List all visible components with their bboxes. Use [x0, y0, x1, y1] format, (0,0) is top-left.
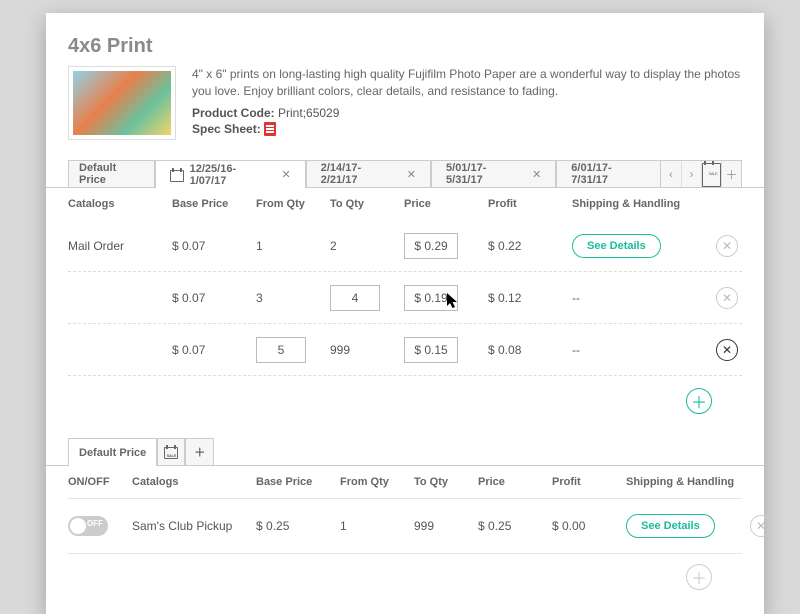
cell-shipping: --	[572, 343, 712, 357]
page-title: 4x6 Print	[68, 35, 742, 58]
cell-catalog: Sam's Club Pickup	[132, 519, 252, 533]
cell-profit: $ 0.22	[488, 239, 568, 253]
calendar-sale-icon: SALE	[164, 445, 178, 459]
product-code-label: Product Code:	[192, 106, 275, 120]
close-icon[interactable]: ✕	[407, 168, 416, 181]
product-description: 4" x 6" prints on long-lasting high qual…	[192, 66, 742, 100]
product-code-value: Print;65029	[278, 106, 339, 120]
cell-profit: $ 0.08	[488, 343, 568, 357]
delete-row-button[interactable]: ✕	[716, 287, 738, 309]
col-to-qty: To Qty	[414, 476, 474, 488]
cell-from: 1	[340, 519, 410, 533]
see-details-button[interactable]: See Details	[572, 234, 661, 258]
price-input[interactable]	[404, 285, 458, 311]
tab-date-2[interactable]: 5/01/17-5/31/17 ✕	[431, 160, 556, 188]
col-onoff: ON/OFF	[68, 476, 128, 488]
tab-default-price[interactable]: Default Price	[68, 160, 155, 188]
close-icon[interactable]: ✕	[532, 168, 541, 181]
tab-label: 2/14/17-2/21/17	[321, 162, 395, 186]
product-thumbnail	[68, 66, 176, 140]
cell-from: 1	[256, 239, 326, 253]
col-price: Price	[478, 476, 548, 488]
col-catalogs: Catalogs	[68, 198, 168, 210]
tab-add-button[interactable]: ＋	[721, 161, 741, 187]
tab-label: Default Price	[79, 162, 144, 186]
col-shipping: Shipping & Handling	[572, 198, 712, 210]
delete-row-button[interactable]: ✕	[716, 339, 738, 361]
tab-label: Default Price	[79, 447, 146, 459]
tab-add-sale-2[interactable]: SALE	[157, 438, 185, 466]
close-icon[interactable]: ✕	[282, 168, 291, 181]
cell-profit: $ 0.12	[488, 291, 568, 305]
see-details-button[interactable]: See Details	[626, 514, 715, 538]
tab-add-sale-button[interactable]: SALE	[701, 161, 721, 187]
price-row: Mail Order $ 0.07 1 2 $ 0.22 See Details…	[68, 220, 742, 272]
toggle-label: OFF	[87, 519, 103, 528]
col-to-qty: To Qty	[330, 198, 400, 210]
add-row-button[interactable]: ＋	[686, 564, 712, 590]
cell-base: $ 0.25	[256, 519, 336, 533]
price-row: $ 0.07 999 $ 0.08 -- ✕	[68, 324, 742, 376]
calendar-icon	[170, 168, 183, 182]
cell-shipping: --	[572, 291, 712, 305]
col-profit: Profit	[488, 198, 568, 210]
col-base-price: Base Price	[256, 476, 336, 488]
col-catalogs: Catalogs	[132, 476, 252, 488]
cell-to: 999	[414, 519, 474, 533]
add-row-button[interactable]: ＋	[686, 388, 712, 414]
cell-base: $ 0.07	[172, 239, 252, 253]
cell-to: 999	[330, 343, 400, 357]
tab-date-3[interactable]: 6/01/17-7/31/17	[556, 160, 660, 188]
cell-to: 2	[330, 239, 400, 253]
price-input[interactable]	[404, 337, 458, 363]
col-profit: Profit	[552, 476, 622, 488]
cell-from: 3	[256, 291, 326, 305]
price-row: $ 0.07 3 $ 0.12 -- ✕	[68, 272, 742, 324]
tab-label: 12/25/16-1/07/17	[190, 163, 270, 187]
cell-base: $ 0.07	[172, 343, 252, 357]
col-price: Price	[404, 198, 484, 210]
col-shipping: Shipping & Handling	[626, 476, 746, 488]
delete-row-button[interactable]: ✕	[716, 235, 738, 257]
cell-price: $ 0.25	[478, 519, 548, 533]
calendar-sale-icon: SALE	[702, 161, 721, 187]
tab-add-2[interactable]: ＋	[185, 438, 214, 466]
tab-default-price-2[interactable]: Default Price	[68, 438, 157, 466]
onoff-toggle[interactable]: OFF	[68, 516, 108, 536]
price-input[interactable]	[404, 233, 458, 259]
cell-base: $ 0.07	[172, 291, 252, 305]
to-qty-input[interactable]	[330, 285, 380, 311]
pdf-icon[interactable]	[264, 122, 276, 136]
tab-label: 6/01/17-7/31/17	[571, 162, 646, 186]
from-qty-input[interactable]	[256, 337, 306, 363]
spec-sheet-label: Spec Sheet:	[192, 122, 261, 136]
tab-date-1[interactable]: 2/14/17-2/21/17 ✕	[306, 160, 431, 188]
delete-row-button[interactable]: ✕	[750, 515, 772, 537]
tab-next-button[interactable]: ›	[681, 161, 701, 187]
tab-date-0[interactable]: 12/25/16-1/07/17 ✕	[155, 160, 306, 188]
cell-profit: $ 0.00	[552, 519, 622, 533]
cell-catalog: Mail Order	[68, 239, 168, 253]
col-from-qty: From Qty	[340, 476, 410, 488]
tab-prev-button[interactable]: ‹	[661, 161, 681, 187]
col-base-price: Base Price	[172, 198, 252, 210]
col-from-qty: From Qty	[256, 198, 326, 210]
price-row: OFF Sam's Club Pickup $ 0.25 1 999 $ 0.2…	[68, 498, 742, 554]
tab-label: 5/01/17-5/31/17	[446, 162, 520, 186]
